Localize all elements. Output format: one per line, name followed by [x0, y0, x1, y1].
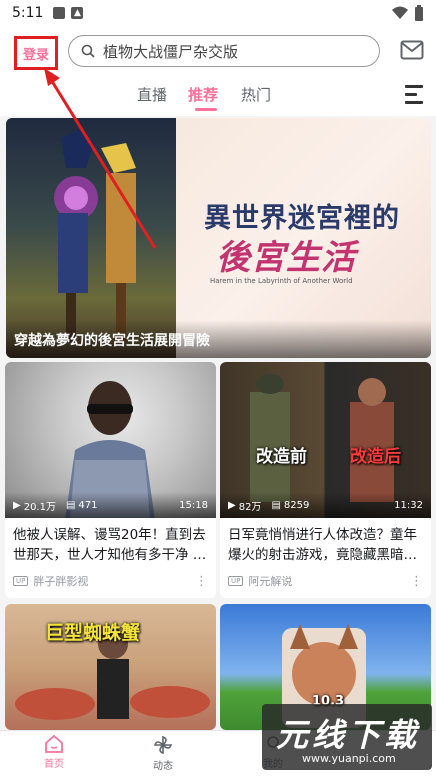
- watermark-main: 元线下载: [276, 716, 421, 754]
- overlay-title: 巨型蜘蛛蟹: [45, 622, 141, 644]
- nav-home[interactable]: 首页: [24, 735, 84, 770]
- search-icon: [81, 44, 95, 58]
- video-stats: ▶ 20.1万 ▤ 471 15:18: [5, 492, 216, 518]
- comment-count: 471: [78, 499, 98, 511]
- notification-icon: [53, 7, 66, 19]
- video-meta: UP 阿元解说 ⋮: [220, 567, 431, 597]
- a-notification-icon: ▲: [71, 7, 84, 19]
- wifi-icon: [392, 6, 408, 19]
- more-options-icon[interactable]: ⋮: [410, 574, 423, 589]
- video-card[interactable]: 改造前 改造后 ▶ 82万 ▤ 8259 11:32 日军竟悄悄进行人体改造？童年爆…: [220, 362, 431, 598]
- view-count: 82万: [238, 501, 262, 513]
- video-card[interactable]: 巨型蜘蛛蟹: [5, 604, 216, 730]
- watermark: 元线下载 www.yuanpi.com: [262, 704, 432, 770]
- up-badge: UP: [13, 576, 29, 586]
- home-icon: [45, 735, 63, 753]
- overlay-before-label: 改造前: [256, 447, 307, 467]
- menu-icon[interactable]: [405, 85, 423, 107]
- video-thumbnail: 巨型蜘蛛蟹: [5, 604, 216, 730]
- comment-count: 8259: [283, 499, 310, 511]
- video-title: 他被人误解、谩骂20年！直到去世那天，世人才知他有多干净 …: [13, 527, 207, 563]
- comment-icon: ▤: [65, 499, 76, 511]
- tab-live[interactable]: 直播: [137, 84, 167, 105]
- battery-icon: [415, 5, 423, 21]
- play-count-icon: ▶: [228, 499, 236, 511]
- video-duration: 15:18: [179, 499, 208, 511]
- login-label: 登录: [22, 47, 49, 63]
- nav-dynamic[interactable]: 动态: [133, 735, 193, 772]
- watermark-url: www.yuanpi.com: [302, 752, 396, 765]
- login-button[interactable]: 登录: [14, 36, 58, 70]
- tab-hot[interactable]: 热门: [241, 84, 271, 105]
- nav-dynamic-label: 动态: [153, 761, 173, 772]
- banner-caption: 穿越為夢幻的後宮生活展開冒險: [6, 320, 431, 358]
- play-count-icon: ▶: [13, 499, 21, 511]
- search-input[interactable]: 植物大战僵尸杂交版: [68, 35, 380, 67]
- video-author[interactable]: 阿元解说: [248, 573, 292, 589]
- video-stats: ▶ 82万 ▤ 8259 11:32: [220, 492, 431, 518]
- active-tab-indicator: [195, 108, 217, 111]
- video-duration: 11:32: [394, 499, 423, 511]
- video-thumbnail: ▶ 20.1万 ▤ 471 15:18: [5, 362, 216, 518]
- mail-icon[interactable]: [400, 40, 424, 60]
- video-card[interactable]: ▶ 20.1万 ▤ 471 15:18 他被人误解、谩骂20年！直到去世那天，世人才…: [5, 362, 216, 598]
- video-meta: UP 胖子胖影视 ⋮: [5, 567, 216, 597]
- video-thumbnail: 改造前 改造后 ▶ 82万 ▤ 8259 11:32: [220, 362, 431, 518]
- dynamic-icon: [153, 735, 173, 755]
- top-tabs: 直播 推荐 热门: [0, 76, 436, 116]
- view-count: 20.1万: [23, 501, 56, 513]
- header: 登录 植物大战僵尸杂交版: [0, 26, 436, 76]
- comment-icon: ▤: [271, 499, 281, 511]
- tab-recommend[interactable]: 推荐: [188, 84, 218, 105]
- banner-title-line2: 後宮生活: [216, 238, 356, 278]
- nav-home-label: 首页: [44, 759, 64, 770]
- video-author[interactable]: 胖子胖影视: [33, 573, 88, 589]
- up-badge: UP: [228, 576, 244, 586]
- search-placeholder: 植物大战僵尸杂交版: [103, 42, 239, 61]
- banner[interactable]: 異世界迷宮裡的 後宮生活 Harem in the Labyrinth of A…: [6, 118, 431, 358]
- status-time: 5:11: [12, 5, 44, 21]
- overlay-after-label: 改造后: [350, 447, 401, 467]
- status-bar: 5:11 ▲: [0, 0, 436, 26]
- banner-subtitle: Harem in the Labyrinth of Another World: [210, 277, 353, 285]
- video-title: 日军竟悄悄进行人体改造？童年爆火的射击游戏，竟隐藏黑暗…: [228, 527, 417, 563]
- more-options-icon[interactable]: ⋮: [195, 574, 208, 589]
